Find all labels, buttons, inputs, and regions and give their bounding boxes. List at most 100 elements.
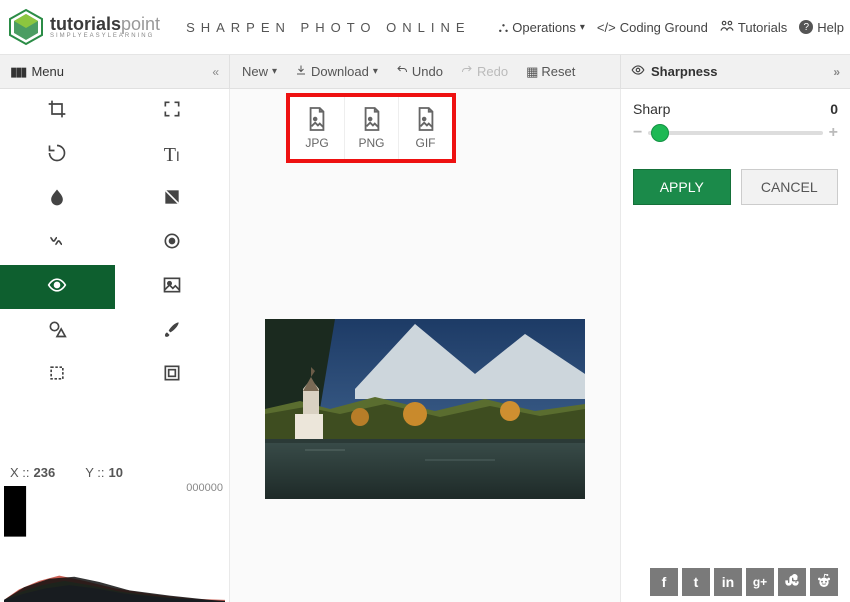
tool-crop[interactable] <box>0 89 115 133</box>
tool-image[interactable] <box>115 265 230 309</box>
histogram-zero-label: 000000 <box>186 482 223 494</box>
slider-thumb[interactable] <box>651 124 669 142</box>
header-nav: ⛬ Operations ▾ </> Coding Ground Tutoria… <box>498 19 844 36</box>
minus-icon: − <box>633 124 642 142</box>
brush-icon <box>162 319 182 344</box>
google-plus-icon: g+ <box>753 575 767 589</box>
collapse-left-icon[interactable]: « <box>212 65 219 79</box>
sharp-row: Sharp 0 <box>633 101 838 117</box>
share-stumbleupon[interactable] <box>778 568 806 596</box>
facebook-icon: f <box>662 574 667 590</box>
nav-coding-ground[interactable]: </> Coding Ground <box>597 20 708 35</box>
rotate-icon <box>47 143 67 168</box>
frame-icon <box>162 363 182 388</box>
center-tools: New▾ Download▾ Undo Redo ▦ Reset <box>230 55 620 88</box>
redo-icon <box>461 64 473 79</box>
tool-grid: TI <box>0 89 229 457</box>
crop-icon <box>47 99 67 124</box>
sharp-label: Sharp <box>633 101 670 117</box>
histogram: 000000 <box>0 482 229 602</box>
frame-dash-icon <box>47 363 67 388</box>
reddit-icon <box>816 573 832 592</box>
logo[interactable]: tutorialspoint SIMPLYEASYLEARNING <box>6 7 160 47</box>
tool-brush[interactable] <box>115 309 230 353</box>
tool-blur[interactable] <box>0 177 115 221</box>
landscape-image-icon <box>265 319 585 499</box>
eye-icon <box>47 275 67 300</box>
help-icon: ? <box>799 20 813 34</box>
menu-header: ▮▮▮ Menu « <box>0 55 230 88</box>
exposure-icon <box>162 187 182 212</box>
logo-icon <box>6 7 46 47</box>
tool-shapes[interactable] <box>0 309 115 353</box>
download-gif[interactable]: GIF <box>398 97 452 159</box>
file-icon <box>306 106 328 132</box>
download-dropdown: JPG PNG GIF <box>286 93 456 163</box>
sidebar: TI X :: 23 <box>0 89 230 602</box>
canvas-image[interactable] <box>265 319 585 499</box>
fullscreen-icon <box>162 99 182 124</box>
redo-button: Redo <box>461 64 508 79</box>
tool-target[interactable] <box>115 221 230 265</box>
nav-tutorials[interactable]: Tutorials <box>720 19 787 36</box>
download-button[interactable]: Download▾ <box>295 64 378 79</box>
download-jpg[interactable]: JPG <box>290 97 344 159</box>
vibrate-icon <box>47 231 67 256</box>
download-png[interactable]: PNG <box>344 97 398 159</box>
share-reddit[interactable] <box>810 568 838 596</box>
app-header: tutorialspoint SIMPLYEASYLEARNING SHARPE… <box>0 0 850 55</box>
tool-frame[interactable] <box>115 353 230 397</box>
toolbar: ▮▮▮ Menu « New▾ Download▾ Undo Redo <box>0 55 850 89</box>
linkedin-icon: in <box>722 574 734 590</box>
share-twitter[interactable]: t <box>682 568 710 596</box>
tool-fullscreen[interactable] <box>115 89 230 133</box>
menu-label: Menu <box>31 64 64 79</box>
stumbleupon-icon <box>784 573 800 592</box>
nav-help[interactable]: ? Help <box>799 20 844 35</box>
tutorials-icon <box>720 19 734 36</box>
download-icon <box>295 64 307 79</box>
canvas-area: JPG PNG GIF <box>230 89 620 602</box>
image-icon <box>162 275 182 300</box>
right-panel-header: Sharpness » <box>620 55 850 88</box>
undo-icon <box>396 64 408 79</box>
histogram-chart-icon <box>4 486 225 602</box>
file-icon <box>361 106 383 132</box>
eye-icon <box>631 63 645 80</box>
tool-frame-dash[interactable] <box>0 353 115 397</box>
reset-icon: ▦ <box>526 64 537 80</box>
tool-text[interactable]: TI <box>115 133 230 177</box>
nav-operations[interactable]: ⛬ Operations ▾ <box>498 19 584 36</box>
brand-text: tutorialspoint SIMPLYEASYLEARNING <box>50 15 160 39</box>
right-panel: Sharp 0 − + APPLY CANCEL f t in g+ <box>620 89 850 602</box>
twitter-icon: t <box>694 574 699 590</box>
collapse-right-icon[interactable]: » <box>833 65 840 79</box>
tool-visibility[interactable] <box>0 265 115 309</box>
operations-icon: ⛬ <box>498 19 508 36</box>
tool-vibrate[interactable] <box>0 221 115 265</box>
file-icon <box>415 106 437 132</box>
menu-icon: ▮▮▮ <box>10 64 25 80</box>
page-title: SHARPEN PHOTO ONLINE <box>186 20 470 35</box>
new-button[interactable]: New▾ <box>242 64 277 79</box>
share-google-plus[interactable]: g+ <box>746 568 774 596</box>
tool-rotate[interactable] <box>0 133 115 177</box>
sharp-value: 0 <box>830 101 838 117</box>
share-facebook[interactable]: f <box>650 568 678 596</box>
share-linkedin[interactable]: in <box>714 568 742 596</box>
coordinate-readout: X :: 236 Y :: 10 <box>0 457 229 482</box>
caret-down-icon: ▾ <box>272 66 277 77</box>
text-icon: TI <box>164 144 180 167</box>
sharp-slider[interactable]: − + <box>633 123 838 143</box>
cancel-button[interactable]: CANCEL <box>741 169 839 205</box>
drop-icon <box>47 187 67 212</box>
shapes-icon <box>47 319 67 344</box>
reset-button[interactable]: ▦ Reset <box>526 64 575 80</box>
apply-button[interactable]: APPLY <box>633 169 731 205</box>
target-icon <box>162 231 182 256</box>
undo-button[interactable]: Undo <box>396 64 443 79</box>
caret-down-icon: ▾ <box>580 22 585 33</box>
tool-exposure[interactable] <box>115 177 230 221</box>
main: TI X :: 23 <box>0 89 850 602</box>
caret-down-icon: ▾ <box>373 66 378 77</box>
